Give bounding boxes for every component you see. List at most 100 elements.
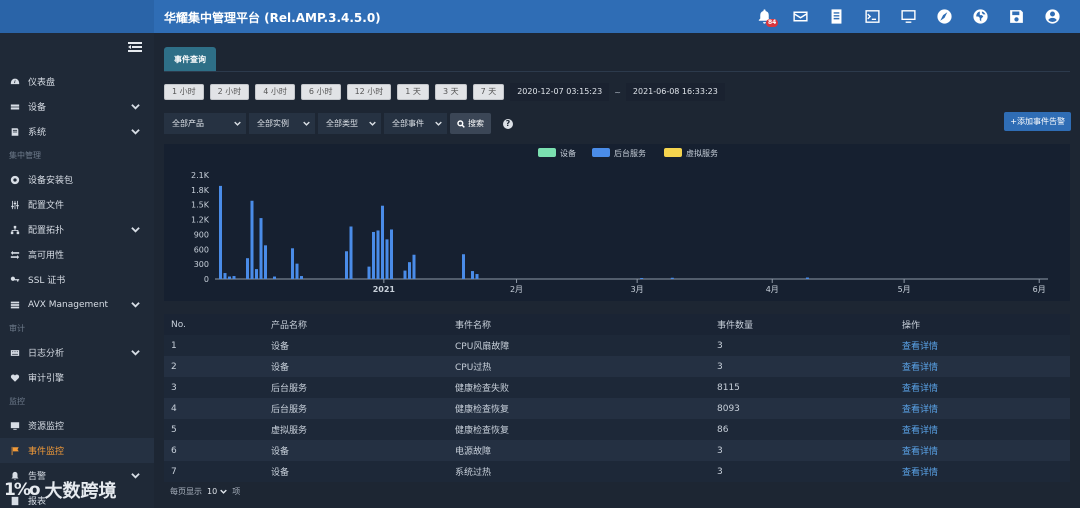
time-button-4h[interactable]: 4 小时 bbox=[255, 84, 295, 100]
chart-bar[interactable] bbox=[345, 251, 348, 279]
chart-bar[interactable] bbox=[385, 239, 389, 279]
sidebar-item-event-monitoring[interactable]: 事件监控 bbox=[0, 438, 154, 463]
chart-bar[interactable] bbox=[250, 200, 254, 279]
terminal-button[interactable] bbox=[854, 0, 890, 33]
chart-bar[interactable] bbox=[223, 273, 227, 279]
sidebar-item-config-files[interactable]: 配置文件 bbox=[0, 192, 154, 217]
view-details-link[interactable]: 查看详情 bbox=[902, 339, 1070, 352]
save-button[interactable] bbox=[998, 0, 1034, 33]
chart-bar[interactable] bbox=[255, 269, 258, 279]
logo-area bbox=[0, 0, 154, 33]
sidebar-item-devices[interactable]: 设备 bbox=[0, 94, 154, 119]
chart-bar[interactable] bbox=[273, 276, 276, 279]
compass-button[interactable] bbox=[926, 0, 962, 33]
chart-bar[interactable] bbox=[295, 263, 299, 279]
sidebar-item-label: 设备 bbox=[28, 103, 47, 113]
view-details-link[interactable]: 查看详情 bbox=[902, 381, 1070, 394]
sidebar-item-config-topology[interactable]: 配置拓扑 bbox=[0, 217, 154, 242]
chart-bar[interactable] bbox=[670, 277, 674, 279]
chart-bar[interactable] bbox=[232, 276, 236, 279]
chart-bar[interactable] bbox=[390, 229, 393, 279]
chart-bar[interactable] bbox=[367, 266, 371, 279]
sidebar-item-resource-monitoring[interactable]: 资源监控 bbox=[0, 413, 154, 438]
chart-bar[interactable] bbox=[805, 277, 809, 279]
monitor-button[interactable] bbox=[890, 0, 926, 33]
chart-bar[interactable] bbox=[403, 270, 407, 279]
sidebar-item-log-analysis[interactable]: 日志分析 bbox=[0, 340, 154, 365]
end-time-input[interactable]: 2021-06-08 16:33:23 bbox=[625, 83, 725, 101]
globe-button[interactable] bbox=[962, 0, 998, 33]
legend-swatch[interactable] bbox=[538, 148, 556, 157]
search-button[interactable]: 搜索 bbox=[450, 113, 491, 134]
table-body: 1 设备 CPU风扇故障 3 查看详情 2 设备 CPU过热 3 查看详情 3 后台服务 健康检查失败 8… bbox=[164, 335, 1070, 482]
sidebar-item-label: 事件监控 bbox=[28, 447, 65, 457]
chart-bar[interactable] bbox=[381, 205, 384, 279]
time-button-7d[interactable]: 7 天 bbox=[472, 84, 505, 100]
sidebar-item-dashboard[interactable]: 仪表盘 bbox=[0, 69, 154, 94]
chart-bar[interactable] bbox=[259, 218, 263, 279]
sidebar-item-ssl-certificates[interactable]: SSL 证书 bbox=[0, 267, 154, 292]
sidebar-toggle-icon[interactable] bbox=[128, 42, 142, 52]
user-button[interactable] bbox=[1034, 0, 1070, 33]
view-details-link[interactable]: 查看详情 bbox=[902, 360, 1070, 373]
table-row: 2 设备 CPU过热 3 查看详情 bbox=[164, 356, 1070, 377]
time-button-1h[interactable]: 1 小时 bbox=[164, 84, 204, 100]
add-event-alarm-button[interactable]: +添加事件告警 bbox=[1004, 112, 1071, 131]
sidebar-item-label: AVX Management bbox=[28, 299, 109, 310]
page-size-control: 每页显示 10 项 bbox=[170, 486, 240, 497]
table-row: 3 后台服务 健康检查失败 8115 查看详情 bbox=[164, 377, 1070, 398]
time-button-3d[interactable]: 3 天 bbox=[434, 84, 467, 100]
chart-bar[interactable] bbox=[462, 254, 465, 279]
instance-filter-select[interactable]: 全部实例 bbox=[249, 113, 315, 134]
chart-bar[interactable] bbox=[228, 276, 231, 279]
sidebar-item-audit-engine[interactable]: 审计引擎 bbox=[0, 365, 154, 390]
time-button-1d[interactable]: 1 天 bbox=[397, 84, 429, 100]
time-button-12h[interactable]: 12 小时 bbox=[346, 84, 392, 100]
column-header-action: 操作 bbox=[902, 321, 921, 331]
chart-bar[interactable] bbox=[471, 271, 474, 279]
package-icon bbox=[9, 174, 20, 185]
chart-bar[interactable] bbox=[412, 254, 416, 279]
chart-bar[interactable] bbox=[300, 276, 303, 279]
legend-label[interactable]: 设备 bbox=[560, 148, 576, 158]
sidebar-item-device-packages[interactable]: 设备安装包 bbox=[0, 167, 154, 192]
page-size-select[interactable]: 10 bbox=[207, 487, 227, 496]
view-details-link[interactable]: 查看详情 bbox=[902, 465, 1070, 478]
sidebar-item-high-availability[interactable]: 高可用性 bbox=[0, 242, 154, 267]
sidebar-item-avx-management[interactable]: AVX Management bbox=[0, 292, 154, 317]
view-details-link[interactable]: 查看详情 bbox=[902, 423, 1070, 436]
chart-bar[interactable] bbox=[246, 258, 249, 279]
tab-event-query[interactable]: 事件查询 bbox=[164, 47, 216, 72]
document-button[interactable] bbox=[818, 0, 854, 33]
cell-no: 4 bbox=[171, 403, 177, 414]
chart-bar[interactable] bbox=[475, 274, 479, 279]
legend-label[interactable]: 虚拟服务 bbox=[686, 148, 718, 158]
legend-label[interactable]: 后台服务 bbox=[614, 148, 646, 158]
start-time-input[interactable]: 2020-12-07 03:15:23 bbox=[510, 83, 610, 101]
type-filter-select[interactable]: 全部类型 bbox=[318, 113, 381, 134]
chart-bar[interactable] bbox=[264, 245, 267, 279]
view-details-link[interactable]: 查看详情 bbox=[902, 444, 1070, 457]
event-filter-select[interactable]: 全部事件 bbox=[384, 113, 447, 134]
notification-button[interactable]: 84 bbox=[746, 0, 782, 33]
message-button[interactable] bbox=[782, 0, 818, 33]
sidebar-item-system[interactable]: 系统 bbox=[0, 119, 154, 144]
time-button-2h[interactable]: 2 小时 bbox=[209, 84, 250, 100]
time-button-6h[interactable]: 6 小时 bbox=[300, 84, 341, 100]
chart-bar[interactable] bbox=[372, 231, 375, 279]
view-details-link[interactable]: 查看详情 bbox=[902, 402, 1070, 415]
chart-bar[interactable] bbox=[349, 226, 353, 279]
legend-swatch[interactable] bbox=[592, 148, 610, 157]
chart-bar[interactable] bbox=[376, 230, 380, 279]
help-icon[interactable]: ? bbox=[503, 118, 513, 129]
chart-bar[interactable] bbox=[219, 185, 222, 279]
type-filter-value: 全部类型 bbox=[326, 119, 358, 128]
chart-bar[interactable] bbox=[291, 248, 294, 279]
add-event-alarm-label: 添加事件告警 bbox=[1017, 117, 1065, 126]
product-filter-select[interactable]: 全部产品 bbox=[164, 113, 246, 134]
y-tick-label: 600 bbox=[194, 245, 209, 254]
chart-bar[interactable] bbox=[408, 262, 411, 279]
legend-swatch[interactable] bbox=[664, 148, 682, 157]
cell-product: 后台服务 bbox=[271, 384, 308, 394]
chart-bar[interactable] bbox=[640, 278, 644, 279]
